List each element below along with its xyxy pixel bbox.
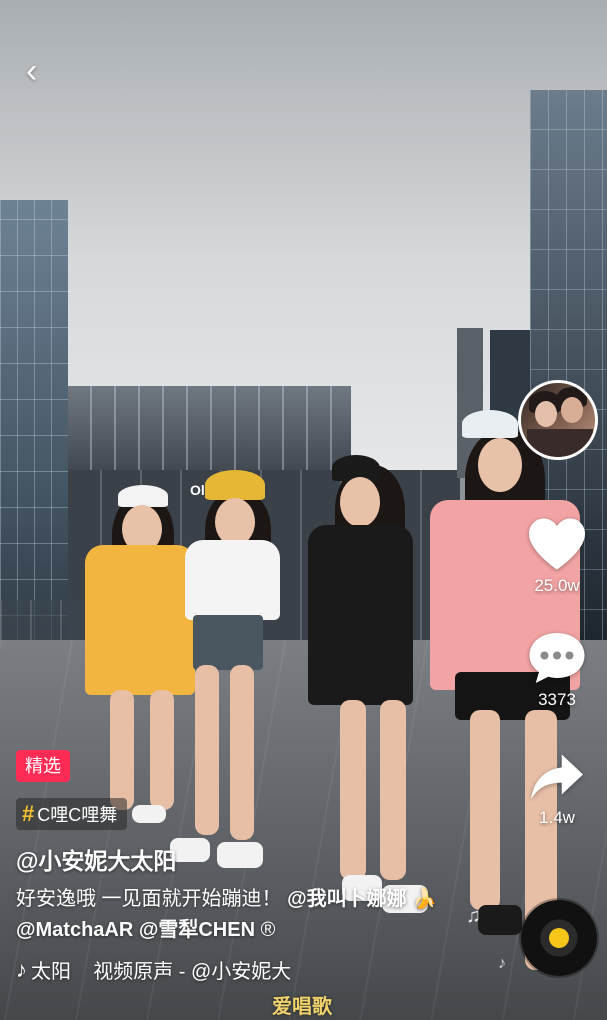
author-avatar[interactable]: [518, 380, 598, 460]
featured-badge: 精选: [16, 750, 70, 782]
author-handle[interactable]: @小安妮大太阳: [16, 842, 176, 876]
floating-note-icon: ♪: [498, 955, 506, 972]
share-button[interactable]: 1.4w: [517, 752, 597, 828]
music-disc[interactable]: [521, 900, 597, 976]
topic-tag[interactable]: # C哩C哩舞: [16, 798, 128, 830]
share-arrow-icon: [531, 754, 583, 800]
tiktok-note-icon: ♪: [16, 956, 27, 982]
back-button[interactable]: ‹: [26, 54, 56, 88]
chevron-left-icon: ‹: [26, 52, 38, 90]
mention-link[interactable]: @雪犁CHEN: [139, 919, 255, 941]
music-title: 太阳 视频原声 - @小安妮大: [31, 961, 292, 983]
comment-count: 3373: [538, 690, 576, 709]
mention-link[interactable]: @我叫卜娜娜: [287, 888, 407, 910]
topic-label: C哩C哩舞: [37, 805, 118, 825]
comment-icon: [529, 633, 585, 683]
dancer-black: [300, 455, 435, 935]
disc-center: [549, 928, 569, 948]
like-button[interactable]: 25.0w: [517, 516, 597, 596]
mention-link[interactable]: @MatchaAR: [16, 919, 133, 941]
description-text: 好安逸哦 一见面就开始蹦迪！: [16, 888, 282, 910]
music-marquee[interactable]: ♪ 太阳 视频原声 - @小安妮大: [16, 955, 291, 984]
watermark: 爱唱歌: [272, 996, 332, 1018]
banana-emoji: 🍌: [412, 888, 438, 910]
floating-note-icon: ♫: [466, 905, 481, 927]
dancer-white: [170, 470, 295, 890]
heart-icon: [529, 518, 585, 570]
registered-mark: ®: [260, 919, 276, 941]
video-description: 好安逸哦 一见面就开始蹦迪！ @我叫卜娜娜 🍌 @MatchaAR @雪犁CHE…: [16, 884, 456, 946]
share-count: 1.4w: [539, 808, 575, 827]
hashtag-icon: #: [22, 801, 35, 826]
like-count: 25.0w: [534, 576, 580, 595]
comment-button[interactable]: 3373: [517, 630, 597, 710]
